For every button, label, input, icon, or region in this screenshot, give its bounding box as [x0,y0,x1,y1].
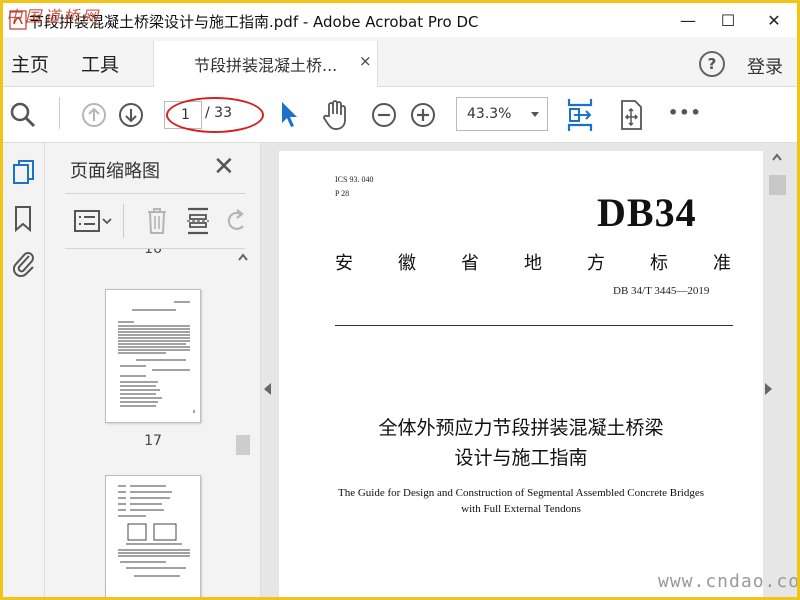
thumbnail-label: 17 [144,433,162,449]
document-page: ICS 93. 040 P 28 DB34 安 徽 省 地 方 标 准 DB 3… [279,151,763,597]
menu-tools[interactable]: 工具 [81,50,119,77]
chinese-title-line1: 全体外预应力节段拼装混凝土桥梁 [378,417,664,439]
delete-icon[interactable] [145,206,169,236]
menu-row: 主页 工具 节段拼装混凝土桥... × ? 登录 [3,37,797,87]
page-thumbnails-icon[interactable] [11,159,37,187]
bookmark-icon[interactable] [13,205,33,233]
thumbnail-scrollbar[interactable] [235,249,251,597]
thumbnail-content [118,301,195,413]
watermark-top: 中国道桥网 [6,7,102,26]
thumbnail-options-icon[interactable] [73,208,113,234]
toolbar: 1 / 33 43.3% ••• [3,87,797,143]
hand-tool-icon[interactable] [320,98,352,132]
rotate-icon[interactable] [225,208,247,234]
more-options-icon[interactable]: ••• [668,103,702,122]
zoom-out-icon[interactable] [370,101,398,129]
standard-type-char: 准 [713,253,731,274]
document-tab-label: 节段拼装混凝土桥... [194,56,338,75]
collapse-right-icon[interactable] [765,383,772,395]
standard-type-char: 方 [587,253,605,274]
toolbar-separator [59,97,60,129]
maximize-button[interactable]: ☐ [705,3,751,37]
split-page-icon[interactable] [185,206,211,236]
menu-home[interactable]: 主页 [11,50,49,77]
thumbnail-content [118,485,190,577]
collapse-left-icon[interactable] [264,383,271,395]
chevron-down-icon [531,112,539,117]
acrobat-window: 节段拼装混凝土桥梁设计与施工指南.pdf - Adobe Acrobat Pro… [3,3,797,597]
panel-toolbar-separator [123,204,124,238]
document-viewer[interactable]: ICS 93. 040 P 28 DB34 安 徽 省 地 方 标 准 DB 3… [261,143,797,597]
scroll-up-icon[interactable] [238,253,248,261]
document-scrollbar[interactable] [767,143,787,597]
scroll-up-icon[interactable] [772,153,782,161]
close-window-button[interactable]: ✕ [751,3,797,37]
ics-code: ICS 93. 040 [335,175,374,184]
english-title-line2: with Full External Tendons [461,503,581,515]
standard-type-char: 安 [335,253,353,274]
previous-page-icon[interactable] [80,101,108,129]
navigation-rail [3,143,45,597]
standard-type-char: 标 [650,253,668,274]
panel-title: 页面缩略图 [70,161,160,182]
fit-page-icon[interactable] [618,99,644,131]
next-page-icon[interactable] [117,101,145,129]
p-code: P 28 [335,189,350,198]
db-code: DB34 [597,190,697,235]
standard-type-char: 徽 [398,253,416,274]
document-tab-close-icon[interactable]: × [359,52,372,70]
help-icon[interactable]: ? [699,51,725,77]
title-bar: 节段拼装混凝土桥梁设计与施工指南.pdf - Adobe Acrobat Pro… [3,3,797,37]
watermark-bottom: www.cndao.com [658,571,797,592]
thumbnail-label-prev: 16 [144,249,162,257]
zoom-value: 43.3% [467,106,512,122]
document-tab[interactable]: 节段拼装混凝土桥... × [153,41,378,87]
chinese-title-line2: 设计与施工指南 [454,447,588,469]
standard-number: DB 34/T 3445—2019 [613,285,710,297]
document-scrollbar-thumb[interactable] [769,175,786,195]
attachment-icon[interactable] [11,249,37,277]
panel-toolbar [65,193,245,249]
divider [335,325,733,326]
thumbnail-scrollbar-thumb[interactable] [236,435,250,455]
select-cursor-icon[interactable] [277,99,301,131]
thumbnail-list[interactable]: 16 17 [45,249,261,597]
zoom-in-icon[interactable] [409,101,437,129]
thumbnail-page[interactable] [105,475,201,597]
annotation-ellipse [166,97,264,133]
panel-close-icon[interactable]: ✕ [213,152,235,182]
thumbnail-page[interactable] [105,289,201,423]
standard-type-char: 省 [461,253,479,274]
fit-width-icon[interactable] [566,97,594,133]
login-button[interactable]: 登录 [747,53,783,79]
english-title-line1: The Guide for Design and Construction of… [338,487,704,499]
search-icon[interactable] [9,101,37,129]
thumbnail-panel: 页面缩略图 ✕ 16 17 [45,143,261,597]
standard-type: 安 徽 省 地 方 标 准 [335,249,731,275]
standard-type-char: 地 [524,253,542,274]
zoom-select[interactable]: 43.3% [456,97,548,131]
